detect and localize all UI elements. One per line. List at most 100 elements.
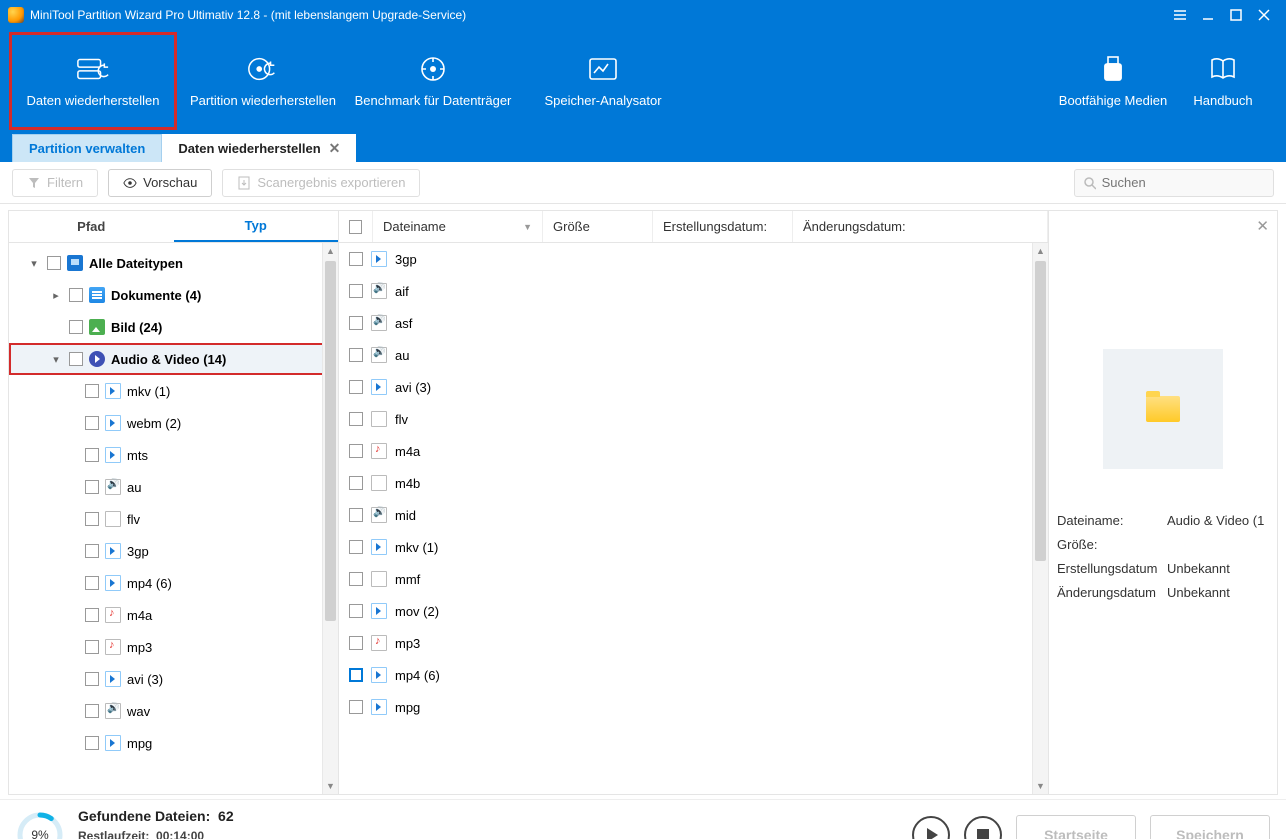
stop-button[interactable] (964, 816, 1002, 839)
chevron-down-icon[interactable]: ▾ (27, 257, 41, 270)
checkbox[interactable] (349, 476, 363, 490)
tree-row[interactable]: ▸ Bild (24) (9, 311, 338, 343)
tree-row-audio-video[interactable]: ▾ Audio & Video (14) (9, 343, 338, 375)
checkbox[interactable] (85, 672, 99, 686)
checkbox[interactable] (47, 256, 61, 270)
save-button[interactable]: Speichern (1150, 815, 1270, 839)
checkbox[interactable] (85, 416, 99, 430)
column-modified[interactable]: Änderungsdatum: (793, 211, 1048, 242)
preview-close-icon[interactable]: ✕ (1256, 217, 1269, 235)
checkbox[interactable] (349, 636, 363, 650)
search-box[interactable] (1074, 169, 1274, 197)
list-item[interactable]: m4a (339, 435, 1048, 467)
checkbox[interactable] (85, 576, 99, 590)
checkbox[interactable] (349, 380, 363, 394)
tree-row[interactable]: mts (9, 439, 338, 471)
maximize-icon[interactable] (1222, 1, 1250, 29)
list-item[interactable]: au (339, 339, 1048, 371)
chevron-right-icon[interactable]: ▸ (49, 289, 63, 302)
search-input[interactable] (1102, 175, 1265, 190)
checkbox[interactable] (349, 252, 363, 266)
subtab-path[interactable]: Pfad (9, 211, 174, 242)
preview-button[interactable]: Vorschau (108, 169, 212, 197)
scrollbar-thumb[interactable] (325, 261, 336, 621)
tree-row[interactable]: m4a (9, 599, 338, 631)
checkbox[interactable] (349, 348, 363, 362)
tree-row[interactable]: mkv (1) (9, 375, 338, 407)
scroll-up-icon[interactable]: ▲ (323, 243, 338, 259)
checkbox[interactable] (85, 480, 99, 494)
checkbox[interactable] (349, 412, 363, 426)
partition-recovery-button[interactable]: Partition wiederherstellen (178, 31, 348, 131)
file-list[interactable]: 3gpaifasfauavi (3)flvm4am4bmidmkv (1)mmf… (339, 243, 1048, 794)
checkbox[interactable] (349, 284, 363, 298)
tree-row[interactable]: 3gp (9, 535, 338, 567)
checkbox[interactable] (349, 572, 363, 586)
list-item[interactable]: avi (3) (339, 371, 1048, 403)
tree-row[interactable]: ▸ Dokumente (4) (9, 279, 338, 311)
checkbox[interactable] (69, 288, 83, 302)
checkbox[interactable] (349, 668, 363, 682)
column-size[interactable]: Größe (543, 211, 653, 242)
tab-manage-partition[interactable]: Partition verwalten (12, 134, 162, 162)
type-tree[interactable]: ▾ Alle Dateitypen ▸ Dokumente (4) ▸ Bild… (9, 243, 338, 794)
checkbox[interactable] (85, 640, 99, 654)
checkbox[interactable] (85, 544, 99, 558)
checkbox[interactable] (85, 608, 99, 622)
list-item[interactable]: asf (339, 307, 1048, 339)
tree-row[interactable]: avi (3) (9, 663, 338, 695)
tree-row[interactable]: mp3 (9, 631, 338, 663)
handbook-button[interactable]: Handbuch (1168, 31, 1278, 131)
tree-row[interactable]: ▾ Alle Dateitypen (9, 247, 338, 279)
tree-row[interactable]: au (9, 471, 338, 503)
checkbox[interactable] (349, 604, 363, 618)
app-menu-icon[interactable] (1166, 1, 1194, 29)
scroll-up-icon[interactable]: ▲ (1033, 243, 1048, 259)
tab-data-recovery[interactable]: Daten wiederherstellen ✕ (162, 134, 356, 162)
list-item[interactable]: mid (339, 499, 1048, 531)
bootable-media-button[interactable]: Bootfähige Medien (1058, 31, 1168, 131)
tree-row[interactable]: webm (2) (9, 407, 338, 439)
minimize-icon[interactable] (1194, 1, 1222, 29)
chevron-down-icon[interactable]: ▾ (49, 353, 63, 366)
list-item[interactable]: m4b (339, 467, 1048, 499)
export-button[interactable]: Scanergebnis exportieren (222, 169, 420, 197)
list-item[interactable]: aif (339, 275, 1048, 307)
checkbox[interactable] (85, 736, 99, 750)
checkbox[interactable] (69, 352, 83, 366)
list-scrollbar[interactable]: ▲ ▼ (1032, 243, 1048, 794)
subtab-type[interactable]: Typ (174, 211, 339, 242)
home-button[interactable]: Startseite (1016, 815, 1136, 839)
tree-row[interactable]: mp4 (6) (9, 567, 338, 599)
scrollbar-thumb[interactable] (1035, 261, 1046, 561)
tab-close-icon[interactable]: ✕ (329, 140, 341, 157)
checkbox[interactable] (85, 704, 99, 718)
checkbox[interactable] (85, 512, 99, 526)
data-recovery-button[interactable]: Daten wiederherstellen (8, 31, 178, 131)
column-name[interactable]: Dateiname▼ (373, 211, 543, 242)
checkbox[interactable] (349, 540, 363, 554)
scroll-down-icon[interactable]: ▼ (323, 778, 338, 794)
scroll-down-icon[interactable]: ▼ (1033, 778, 1048, 794)
list-item[interactable]: 3gp (339, 243, 1048, 275)
checkbox[interactable] (85, 384, 99, 398)
list-item[interactable]: flv (339, 403, 1048, 435)
column-created[interactable]: Erstellungsdatum: (653, 211, 793, 242)
tree-row[interactable]: wav (9, 695, 338, 727)
space-analyzer-button[interactable]: Speicher-Analysator (518, 31, 688, 131)
close-icon[interactable] (1250, 1, 1278, 29)
list-item[interactable]: mp3 (339, 627, 1048, 659)
checkbox[interactable] (85, 448, 99, 462)
list-item[interactable]: mp4 (6) (339, 659, 1048, 691)
left-scrollbar[interactable]: ▲ ▼ (322, 243, 338, 794)
select-all-checkbox[interactable] (349, 220, 362, 234)
resume-button[interactable] (912, 816, 950, 839)
tree-row[interactable]: mpg (9, 727, 338, 759)
checkbox[interactable] (349, 508, 363, 522)
list-item[interactable]: mmf (339, 563, 1048, 595)
list-item[interactable]: mpg (339, 691, 1048, 723)
list-item[interactable]: mkv (1) (339, 531, 1048, 563)
list-item[interactable]: mov (2) (339, 595, 1048, 627)
checkbox[interactable] (69, 320, 83, 334)
checkbox[interactable] (349, 700, 363, 714)
